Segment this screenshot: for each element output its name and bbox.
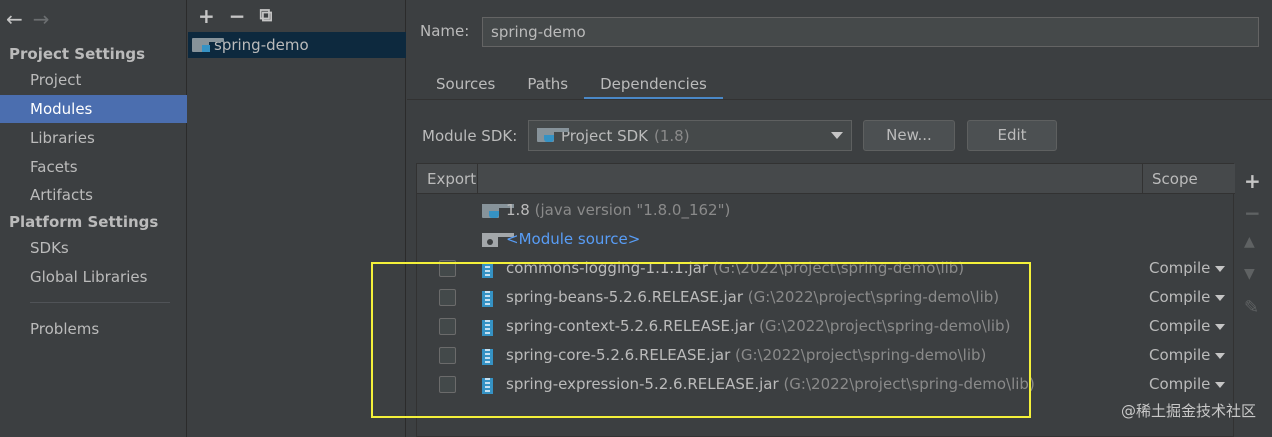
module-folder-icon <box>192 38 224 52</box>
sidebar-item-artifacts[interactable]: Artifacts <box>0 181 187 209</box>
sdk-version: (1.8) <box>654 126 690 145</box>
tab-paths[interactable]: Paths <box>511 70 584 100</box>
scope-dropdown[interactable]: Compile <box>1149 259 1226 277</box>
nav-buttons: ← → <box>0 0 186 38</box>
scope-dropdown[interactable]: Compile <box>1149 375 1226 393</box>
module-item-label: spring-demo <box>214 36 309 54</box>
chevron-down-icon <box>1215 265 1226 272</box>
jdk-version: 1.8 <box>506 201 530 219</box>
sidebar-item-libraries[interactable]: Libraries <box>0 124 187 152</box>
table-row[interactable]: 1.8 (java version "1.8.0_162") <box>417 197 1235 226</box>
back-arrow-icon[interactable]: ← <box>6 9 23 29</box>
sidebar-item-global-libraries[interactable]: Global Libraries <box>0 263 187 291</box>
watermark: @稀土掘金技术社区 <box>1120 402 1256 420</box>
scope-dropdown[interactable]: Compile <box>1149 288 1226 306</box>
project-settings-header: Project Settings <box>9 45 146 63</box>
chevron-down-icon <box>1215 323 1226 330</box>
sidebar-item-modules[interactable]: Modules <box>0 95 187 123</box>
tabs-divider <box>407 99 1272 100</box>
table-row[interactable]: <Module source> <box>417 226 1235 255</box>
platform-settings-header: Platform Settings <box>9 213 159 231</box>
settings-sidebar: ← → Project Settings Project Modules Lib… <box>0 0 187 437</box>
edit-pencil-icon[interactable]: ✎ <box>1244 299 1259 317</box>
sdk-value: Project SDK <box>561 126 648 145</box>
sidebar-item-facets[interactable]: Facets <box>0 153 187 181</box>
move-down-icon[interactable]: ▼ <box>1244 267 1255 281</box>
add-icon[interactable]: + <box>198 6 215 26</box>
add-dependency-icon[interactable]: + <box>1244 171 1261 191</box>
column-divider <box>477 164 478 194</box>
chevron-down-icon <box>1215 381 1226 388</box>
scope-dropdown[interactable]: Compile <box>1149 317 1226 335</box>
scope-value: Compile <box>1149 288 1211 306</box>
module-tabs: Sources Paths Dependencies <box>420 70 723 100</box>
module-toolbar: + − ⧉ <box>188 0 405 32</box>
chevron-down-icon <box>1215 352 1226 359</box>
tab-sources[interactable]: Sources <box>420 70 511 100</box>
tab-dependencies[interactable]: Dependencies <box>584 70 723 100</box>
module-name-input[interactable]: spring-demo <box>482 17 1259 47</box>
chevron-down-icon <box>831 132 843 139</box>
column-header-export[interactable]: Export <box>427 170 476 188</box>
column-header-scope[interactable]: Scope <box>1152 170 1198 188</box>
yellow-highlight-box <box>371 262 1031 418</box>
scope-dropdown[interactable]: Compile <box>1149 346 1226 364</box>
name-label: Name: <box>420 22 470 40</box>
jdk-folder-icon <box>482 204 514 219</box>
module-source-link[interactable]: <Module source> <box>506 230 640 248</box>
remove-icon[interactable]: − <box>229 6 246 26</box>
forward-arrow-icon: → <box>32 7 50 31</box>
module-item-spring-demo[interactable]: spring-demo <box>188 32 406 58</box>
sidebar-divider <box>30 302 170 303</box>
table-header: Export Scope <box>417 164 1235 194</box>
move-up-icon[interactable]: ▲ <box>1244 235 1255 249</box>
copy-icon[interactable]: ⧉ <box>260 7 273 25</box>
scope-value: Compile <box>1149 375 1211 393</box>
sidebar-item-project[interactable]: Project <box>0 66 187 94</box>
module-sdk-dropdown[interactable]: Project SDK (1.8) <box>528 120 852 151</box>
edit-sdk-button[interactable]: Edit <box>967 120 1057 151</box>
scope-value: Compile <box>1149 317 1211 335</box>
jdk-detail: (java version "1.8.0_162") <box>534 201 731 219</box>
scope-value: Compile <box>1149 346 1211 364</box>
column-divider <box>1142 164 1143 194</box>
source-folder-icon <box>482 233 514 247</box>
new-sdk-button[interactable]: New... <box>863 120 955 151</box>
sidebar-item-sdks[interactable]: SDKs <box>0 234 187 262</box>
sidebar-item-problems[interactable]: Problems <box>0 315 187 343</box>
module-sdk-label: Module SDK: <box>422 127 518 145</box>
dependency-name: 1.8 (java version "1.8.0_162") <box>506 201 730 219</box>
remove-dependency-icon[interactable]: − <box>1244 203 1261 223</box>
chevron-down-icon <box>1215 294 1226 301</box>
jdk-folder-icon <box>537 128 569 143</box>
scope-value: Compile <box>1149 259 1211 277</box>
